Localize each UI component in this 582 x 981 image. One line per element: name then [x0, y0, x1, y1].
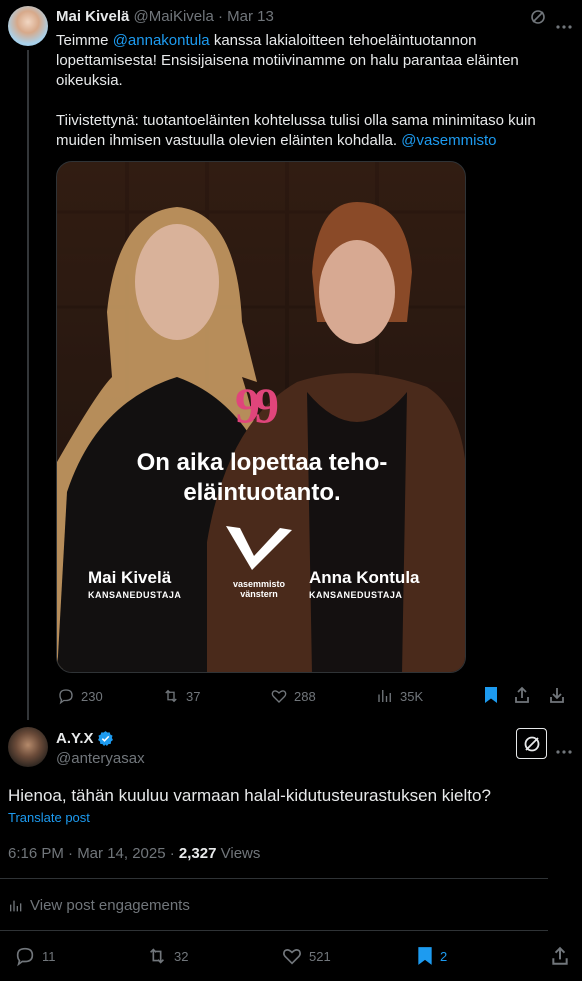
like-action[interactable]: 521	[281, 946, 331, 966]
headline-line-1: On aika lopettaa teho-	[136, 449, 388, 476]
divider	[0, 878, 548, 879]
divider	[0, 930, 548, 931]
engagements-icon	[10, 900, 22, 911]
repost-action[interactable]: 32	[146, 946, 188, 966]
repost-action[interactable]: 37	[162, 686, 200, 706]
logo-text-line-2: vänstern	[240, 589, 278, 599]
logo-text-line-1: vasemmisto	[232, 579, 286, 589]
right-person-name: Anna Kontula	[309, 568, 420, 587]
mention-vasemmisto[interactable]: @vasemmisto	[401, 132, 496, 149]
repost-icon	[165, 689, 177, 703]
tweet-image[interactable]: 99 On aika lopettaa teho- eläintuotanto.…	[56, 161, 466, 673]
bookmark-icon[interactable]	[483, 686, 499, 704]
reply-count: 11	[42, 948, 56, 964]
right-person-role: KANSANEDUSTAJA	[309, 590, 403, 600]
author-handle[interactable]: @anteryasax	[56, 750, 145, 767]
post-meta: 6:16 PM · Mar 14, 2025 · 2,327 Views	[8, 845, 260, 862]
reply-icon	[59, 689, 73, 705]
grok-icon[interactable]	[530, 9, 546, 25]
more-options-icon[interactable]	[556, 741, 572, 754]
share-icon[interactable]	[513, 686, 531, 704]
like-action[interactable]: 288	[270, 686, 316, 706]
bookmark-action[interactable]: 2	[416, 946, 447, 966]
views-icon	[378, 690, 391, 702]
more-options-icon[interactable]	[556, 16, 572, 29]
tweet-text: Teimme @annakontula kanssa lakialoitteen…	[56, 31, 556, 171]
reply-count: 230	[81, 688, 103, 704]
right-name-block: Anna Kontula KANSANEDUSTAJA	[309, 568, 420, 600]
repost-count: 37	[186, 688, 201, 704]
left-person-role: KANSANEDUSTAJA	[88, 590, 182, 600]
author-name[interactable]: A.Y.X	[56, 730, 94, 747]
tweet-header: Mai Kivelä @MaiKivela · Mar 13	[56, 8, 274, 25]
views-action[interactable]: 35K	[376, 686, 423, 706]
tweet-date[interactable]: Mar 13	[227, 8, 274, 25]
views-count: 35K	[400, 688, 424, 704]
download-icon[interactable]	[548, 686, 566, 704]
author-handle[interactable]: @MaiKivela	[134, 8, 214, 25]
view-engagements[interactable]: View post engagements	[8, 897, 190, 914]
author-name[interactable]: Mai Kivelä	[56, 8, 129, 25]
repost-icon	[149, 948, 165, 964]
quote-mark: 99	[235, 377, 279, 433]
post-time[interactable]: 6:16 PM · Mar 14, 2025 ·	[8, 845, 179, 862]
left-person-name: Mai Kivelä	[88, 568, 172, 587]
heart-icon	[271, 690, 287, 703]
reply-action[interactable]: 11	[14, 946, 56, 967]
left-name-block: Mai Kivelä KANSANEDUSTAJA	[88, 568, 181, 600]
text-segment: Teimme	[56, 32, 113, 49]
heart-icon	[283, 949, 301, 965]
logo-text: vasemmisto vänstern	[207, 579, 311, 599]
image-headline: On aika lopettaa teho- eläintuotanto.	[57, 448, 465, 508]
bookmark-count: 2	[440, 948, 448, 964]
share-icon[interactable]	[550, 946, 570, 966]
reply-icon	[16, 947, 34, 967]
thread-line	[27, 50, 29, 720]
views-count: 2,327	[178, 845, 217, 862]
author-name-block[interactable]: A.Y.X	[56, 730, 114, 747]
avatar-mai[interactable]	[8, 6, 48, 46]
like-count: 521	[309, 948, 331, 964]
avatar-ayx[interactable]	[8, 727, 48, 767]
grok-icon	[524, 736, 539, 751]
engagements-label: View post engagements	[30, 897, 190, 914]
separator-dot: ·	[217, 8, 223, 25]
verified-badge-icon	[97, 731, 113, 746]
headline-line-2: eläintuotanto.	[183, 479, 341, 506]
grok-button[interactable]	[516, 728, 547, 759]
reply-action[interactable]: 230	[57, 686, 103, 706]
views-label: Views	[216, 845, 261, 862]
like-count: 288	[294, 688, 316, 704]
reply-text: Hienoa, tähän kuuluu varmaan halal-kidut…	[8, 786, 491, 805]
mention-annakontula[interactable]: @annakontula	[113, 32, 210, 49]
translate-post-link[interactable]: Translate post	[8, 810, 90, 825]
bookmark-icon	[418, 947, 432, 965]
repost-count: 32	[174, 948, 189, 964]
